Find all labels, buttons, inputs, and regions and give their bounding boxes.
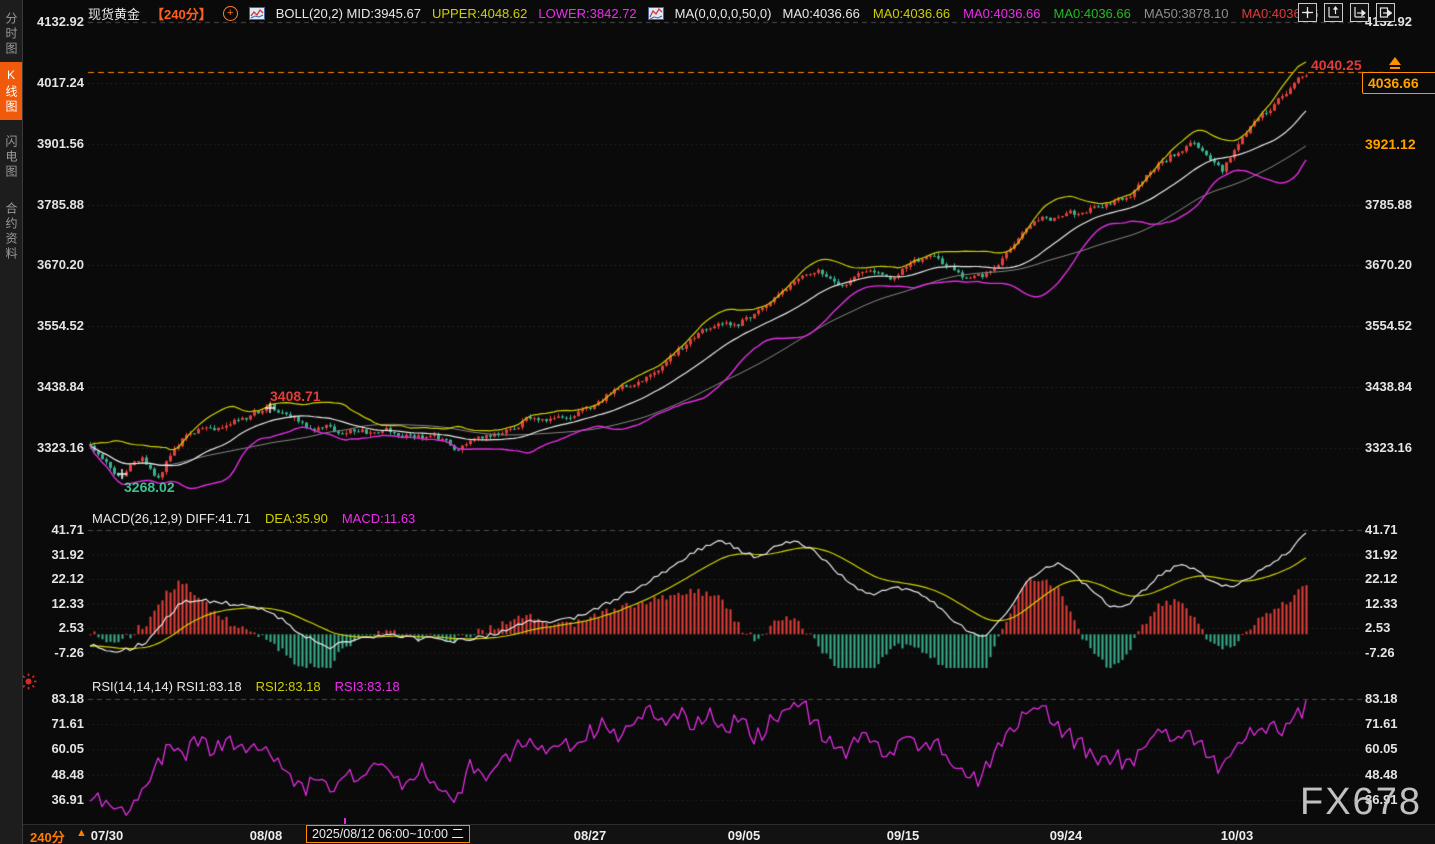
crosshair-date-tooltip: 2025/08/12 06:00~10:00 二	[306, 825, 470, 843]
rsi2-value: RSI2:83.18	[256, 679, 321, 694]
boll-upper-value: UPPER:4048.62	[432, 6, 527, 21]
y-axis-tick: 3785.88	[28, 198, 84, 212]
boll-lower-value: LOWER:3842.72	[538, 6, 636, 21]
ma-values-group: MA0:4036.66 MA0:4036.66 MA0:4036.66 MA0:403…	[782, 6, 1318, 21]
y-axis-tick: 48.48	[1365, 768, 1398, 782]
sidebar-tab-1[interactable]: 分时图	[0, 8, 22, 60]
x-axis-tick: 10/03	[1221, 828, 1254, 843]
y-axis-tick: 2.53	[1365, 621, 1390, 635]
macd-diff-value: MACD(26,12,9) DIFF:41.71	[92, 511, 251, 526]
y-axis-tick: 71.61	[28, 717, 84, 731]
y-axis-tick: 3438.84	[1365, 380, 1412, 394]
y-axis-tick: 4017.24	[28, 76, 84, 90]
y-axis-tick: 3438.84	[28, 380, 84, 394]
reference-price-label: 3921.12	[1362, 135, 1419, 153]
timeframe-label[interactable]: 【240分】	[151, 4, 212, 23]
watermark: FX678	[1300, 781, 1422, 824]
macd-dea-value: DEA:35.90	[265, 511, 328, 526]
y-axis-tick: 3554.52	[28, 319, 84, 333]
chart-canvas[interactable]	[0, 0, 1435, 844]
y-axis-tick: 3670.20	[28, 258, 84, 272]
x-axis-tick: 07/30	[91, 828, 124, 843]
price-marker-icon	[1388, 57, 1402, 73]
ma-indicator-icon[interactable]	[648, 7, 664, 20]
y-axis-tick: 3785.88	[1365, 198, 1412, 212]
y-axis-tick: 41.71	[28, 523, 84, 537]
sidebar: 分时图K线图闪电图合约资料	[0, 0, 23, 844]
x-axis-zoom-icon[interactable]	[1350, 3, 1369, 22]
footer-timeframe-label[interactable]: 240分	[30, 827, 65, 844]
y-axis-tick: 3670.20	[1365, 258, 1412, 272]
sidebar-tab-3[interactable]: 闪电图	[0, 128, 22, 186]
y-axis-tick: 3323.16	[1365, 441, 1412, 455]
sidebar-tab-4[interactable]: 合约资料	[0, 194, 22, 270]
y-axis-tick: -7.26	[1365, 646, 1395, 660]
ma-value-4: MA0:4036.66	[1054, 6, 1131, 21]
swing-low-annotation: 3268.02	[124, 479, 175, 495]
ma-value-1: MA0:4036.66	[782, 6, 859, 21]
expand-periods-icon[interactable]: ▲	[76, 827, 87, 839]
boll-mid-value: BOLL(20,2) MID:3945.67	[276, 6, 421, 21]
instrument-title: 现货黄金	[88, 4, 140, 23]
x-axis-tick: 09/05	[728, 828, 761, 843]
y-axis-tick: 83.18	[1365, 692, 1398, 706]
macd-panel-header: MACD(26,12,9) DIFF:41.71 DEA:35.90 MACD:…	[92, 511, 415, 526]
y-axis-tick: 22.12	[28, 572, 84, 586]
session-high-annotation: 4040.25	[1311, 57, 1362, 73]
y-axis-tick: 3323.16	[28, 441, 84, 455]
y-axis-tick: 31.92	[28, 548, 84, 562]
swing-high-annotation: 3408.71	[270, 388, 321, 404]
x-axis-tick: 08/08	[250, 828, 283, 843]
ma-params-label: MA(0,0,0,0,50,0)	[675, 6, 772, 21]
x-axis-tick: 09/15	[887, 828, 920, 843]
trading-terminal-window: 分时图K线图闪电图合约资料 现货黄金 【240分】 + BOLL(20,2) M…	[0, 0, 1435, 844]
ma-value-5: MA50:3878.10	[1144, 6, 1229, 21]
crosshair-time-tick	[344, 818, 346, 824]
y-axis-tick: 2.53	[28, 621, 84, 635]
x-axis-tick: 08/27	[574, 828, 607, 843]
macd-value: MACD:11.63	[342, 511, 415, 526]
ma-value-3: MA0:4036.66	[963, 6, 1040, 21]
y-axis-tick: 3901.56	[28, 137, 84, 151]
rsi1-value: RSI(14,14,14) RSI1:83.18	[92, 679, 242, 694]
y-axis-tick: 12.33	[28, 597, 84, 611]
y-axis-tick: -7.26	[28, 646, 84, 660]
y-axis-zoom-icon[interactable]	[1324, 3, 1343, 22]
y-axis-tick: 36.91	[28, 793, 84, 807]
y-axis-tick: 22.12	[1365, 572, 1398, 586]
current-price-value: 4036.66	[1368, 75, 1419, 91]
y-axis-tick: 60.05	[28, 742, 84, 756]
crosshair-icon[interactable]	[1298, 3, 1317, 22]
chart-toolbar	[1298, 3, 1395, 22]
y-axis-tick: 60.05	[1365, 742, 1398, 756]
y-axis-tick: 12.33	[1365, 597, 1398, 611]
sidebar-tab-2[interactable]: K线图	[0, 62, 22, 120]
y-axis-tick: 4132.92	[28, 15, 84, 29]
ma-value-2: MA0:4036.66	[873, 6, 950, 21]
rsi-panel-header: RSI(14,14,14) RSI1:83.18 RSI2:83.18 RSI3…	[92, 679, 400, 694]
y-axis-tick: 71.61	[1365, 717, 1398, 731]
indicator-header: 现货黄金 【240分】 + BOLL(20,2) MID:3945.67 UPP…	[88, 4, 1319, 22]
y-axis-tick: 48.48	[28, 768, 84, 782]
current-price-box[interactable]: 4036.66	[1362, 72, 1435, 94]
pan-right-icon[interactable]	[1376, 3, 1395, 22]
y-axis-tick: 3554.52	[1365, 319, 1412, 333]
add-indicator-icon[interactable]: +	[223, 6, 238, 21]
x-axis-tick: 09/24	[1050, 828, 1083, 843]
y-axis-tick: 31.92	[1365, 548, 1398, 562]
boll-indicator-icon[interactable]	[249, 7, 265, 20]
rsi3-value: RSI3:83.18	[335, 679, 400, 694]
y-axis-tick: 41.71	[1365, 523, 1398, 537]
